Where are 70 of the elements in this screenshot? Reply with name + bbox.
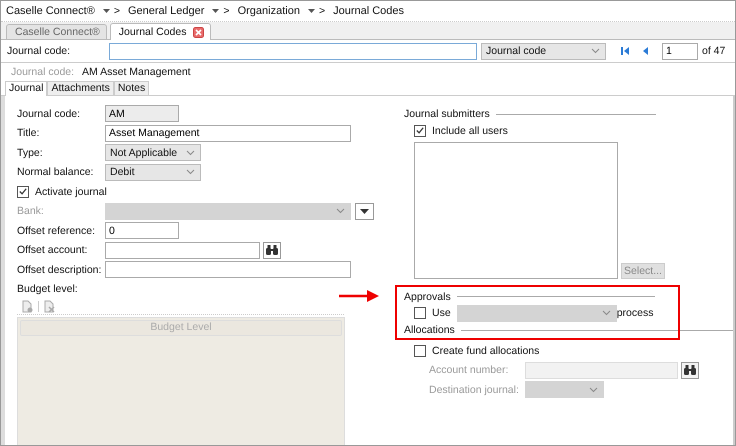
field-label: Offset reference: [17, 224, 96, 237]
document-tab[interactable]: Caselle Connect® [6, 24, 107, 39]
section-tab[interactable]: Attachments [47, 81, 114, 95]
checkbox[interactable] [414, 124, 426, 137]
dropdown-caret-icon [186, 150, 195, 156]
breadcrumb-link[interactable]: Journal Codes [333, 5, 404, 17]
field-label: Journal code: [11, 66, 74, 80]
dropdown-caret-icon [186, 169, 195, 176]
breadcrumb-link[interactable]: General Ledger [128, 5, 204, 17]
dropdown-caret-icon [589, 386, 598, 393]
field-label: Offset account: [17, 244, 88, 256]
journal-code-field[interactable]: AM [105, 105, 179, 122]
lookup-button[interactable] [263, 242, 281, 259]
field-label: Journal code: [17, 108, 82, 120]
field-label: Type: [17, 146, 44, 159]
breadcrumb-link[interactable]: Caselle Connect® [6, 5, 95, 17]
type-dropdown[interactable]: Not Applicable [105, 144, 201, 162]
field-label: Destination journal: [429, 384, 520, 396]
field-label: Title: [17, 127, 40, 140]
triangle-down-icon [360, 208, 369, 214]
document-tab[interactable]: Journal Codes [110, 23, 210, 40]
close-icon[interactable] [192, 26, 204, 38]
annotation-arrow [339, 290, 379, 302]
checkbox[interactable] [414, 307, 426, 320]
lookup-button[interactable] [681, 362, 699, 379]
breadcrumb-link[interactable]: Organization [238, 5, 300, 17]
group-heading: Journal submitters [404, 108, 490, 120]
title-field[interactable]: Asset Management [105, 124, 351, 142]
users-list[interactable] [414, 142, 618, 278]
section-tab[interactable]: Notes [114, 81, 150, 95]
search-field[interactable] [109, 42, 477, 60]
section-tab[interactable]: Journal [5, 81, 48, 96]
checkbox-label: Create fund allocations [432, 344, 540, 357]
offset-description-field[interactable] [105, 261, 351, 278]
search-by-dropdown[interactable]: Journal code [481, 42, 606, 60]
breadcrumb-separator: > [223, 5, 230, 17]
breadcrumb-separator: > [114, 5, 120, 17]
offset-reference-field[interactable]: 0 [105, 222, 179, 240]
checkbox-label: Activate journal [35, 186, 107, 198]
first-page-icon[interactable] [620, 46, 630, 56]
offset-account-field[interactable] [105, 242, 260, 259]
normal-balance-dropdown[interactable]: Debit [105, 164, 201, 181]
record-name: AM Asset Management [82, 66, 191, 80]
page-field[interactable]: 1 [662, 42, 698, 60]
dropdown-caret-icon[interactable] [102, 8, 110, 14]
field-label: Bank: [17, 205, 45, 218]
field-label: Normal balance: [17, 166, 94, 178]
field-label: Offset description: [17, 264, 102, 276]
checkbox[interactable] [17, 186, 29, 198]
dropdown-caret-icon[interactable] [212, 8, 220, 14]
field-label: process [616, 307, 654, 320]
breadcrumb-separator: > [318, 5, 326, 17]
field-label: Budget level: [17, 283, 79, 296]
checkbox-label: Use [432, 307, 451, 320]
column-header: Budget Level [20, 320, 342, 336]
page-count: of 47 [702, 45, 726, 57]
dropdown-button[interactable] [355, 202, 374, 220]
dropdown-caret-icon [336, 208, 345, 214]
binoculars-icon [265, 244, 279, 256]
dropdown-caret-icon [602, 310, 611, 316]
dropdown-caret-icon [591, 48, 600, 54]
dropdown-caret-icon[interactable] [308, 8, 315, 14]
group-heading: Allocations [404, 324, 455, 336]
previous-page-icon[interactable] [642, 46, 650, 56]
binoculars-icon [683, 364, 697, 376]
checkbox-label: Include all users [432, 124, 508, 137]
group-heading: Approvals [404, 290, 451, 302]
field-label: Account number: [429, 364, 510, 376]
checkbox[interactable] [414, 344, 426, 357]
field-label: Journal code: [7, 45, 72, 57]
